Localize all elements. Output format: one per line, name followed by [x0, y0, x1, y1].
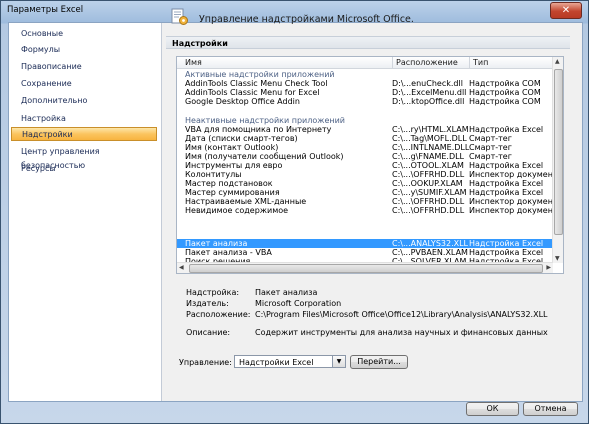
list-item[interactable]: Мастер подстановок C:\...OOKUP.XLAM Надстр… [177, 179, 553, 188]
sidebar-item-save[interactable]: Сохранение [11, 77, 157, 91]
list-item[interactable]: Имя (контакт Outlook) C:\...INTLNAME.DLL С… [177, 143, 553, 152]
column-header-name[interactable]: Имя [185, 58, 202, 67]
window-title: Параметры Excel [7, 5, 84, 15]
scroll-right-icon[interactable]: ▶ [546, 264, 551, 271]
sidebar-item-addins[interactable]: Надстройки [11, 127, 157, 141]
sidebar-item-general[interactable]: Основные [11, 27, 157, 41]
sidebar-item-proofing[interactable]: Правописание [11, 60, 157, 74]
column-header-type[interactable]: Тип [469, 57, 553, 68]
ok-button[interactable]: ОК [466, 402, 519, 416]
manage-select-value: Надстройки Excel [239, 358, 314, 367]
horizontal-scrollbar[interactable]: ◀ ▶ [177, 262, 553, 273]
group-header-inactive: Неактивные надстройки приложений [185, 116, 345, 125]
cancel-button[interactable]: Отмена [523, 402, 578, 416]
section-header-addins: Надстройки [166, 36, 570, 49]
addins-list[interactable]: Имя Расположение Тип Активные надстройки… [176, 56, 564, 274]
scroll-up-icon[interactable]: ▲ [555, 58, 560, 65]
horizontal-scroll-thumb[interactable] [189, 264, 543, 273]
sidebar-item-customize[interactable]: Настройка [11, 112, 157, 126]
list-item[interactable]: AddinTools Classic Menu Check Tool D:\...… [177, 79, 553, 88]
panel-header: Управление надстройками Microsoft Office… [161, 5, 573, 35]
list-item[interactable]: Имя (получатели сообщений Outlook) C:\...… [177, 152, 553, 161]
addins-gear-icon [171, 8, 188, 25]
list-item[interactable]: AddinTools Classic Menu for Excel D:\...E… [177, 88, 553, 97]
list-item[interactable]: Настраиваемые XML-данные C:\...\OFFRHD.DL… [177, 197, 563, 206]
manage-select[interactable]: Надстройки Excel ▼ [234, 355, 346, 368]
list-item[interactable]: Инструменты для евро C:\...OTOOL.XLAM Надс… [177, 161, 553, 170]
list-item[interactable]: Невидимое содержимое C:\...\OFFRHD.DLL Инс… [177, 206, 563, 215]
list-item[interactable]: VBA для помощника по Интернету C:\...ry\H… [177, 125, 553, 134]
sidebar-item-advanced[interactable]: Дополнительно [11, 94, 157, 108]
panel-title: Управление надстройками Microsoft Office… [199, 14, 414, 25]
sidebar-item-resources[interactable]: Ресурсы [11, 162, 157, 176]
list-item[interactable]: Дата (списки смарт-тегов) C:\...Tag\MOFL.… [177, 134, 553, 143]
group-header-active: Активные надстройки приложений [185, 70, 335, 79]
scroll-left-icon[interactable]: ◀ [179, 264, 184, 271]
vertical-scrollbar[interactable]: ▲ ▼ [552, 57, 563, 263]
sidebar-item-formulas[interactable]: Формулы [11, 43, 157, 57]
scroll-down-icon[interactable]: ▼ [555, 255, 560, 262]
excel-options-window: Параметры Excel ✕ Основные Формулы Право… [0, 0, 589, 424]
go-button[interactable]: Перейти... [350, 355, 408, 369]
column-header-location[interactable]: Расположение [392, 57, 468, 68]
chevron-down-icon[interactable]: ▼ [332, 356, 345, 367]
category-sidebar: Основные Формулы Правописание Сохранение… [9, 23, 162, 401]
list-item[interactable]: Мастер суммирования C:\...y\SUMIF.XLAM Над… [177, 188, 553, 197]
vertical-scroll-thumb[interactable] [554, 69, 563, 235]
manage-label: Управление: [179, 358, 232, 367]
list-item-selected[interactable]: Пакет анализа C:\...ANALYS32.XLL Надстройк… [177, 239, 553, 248]
list-header: Имя Расположение Тип [177, 57, 553, 69]
list-item[interactable]: Пакет анализа - VBA C:\...PVBAEN.XLAM Надс… [177, 248, 553, 257]
list-item[interactable]: Google Desktop Office Addin D:\...ktopOff… [177, 97, 553, 106]
list-item[interactable]: Колонтитулы C:\...\OFFRHD.DLL Инспектор до… [177, 170, 563, 179]
sidebar-item-trust-center[interactable]: Центр управления безопасностью [11, 145, 157, 170]
